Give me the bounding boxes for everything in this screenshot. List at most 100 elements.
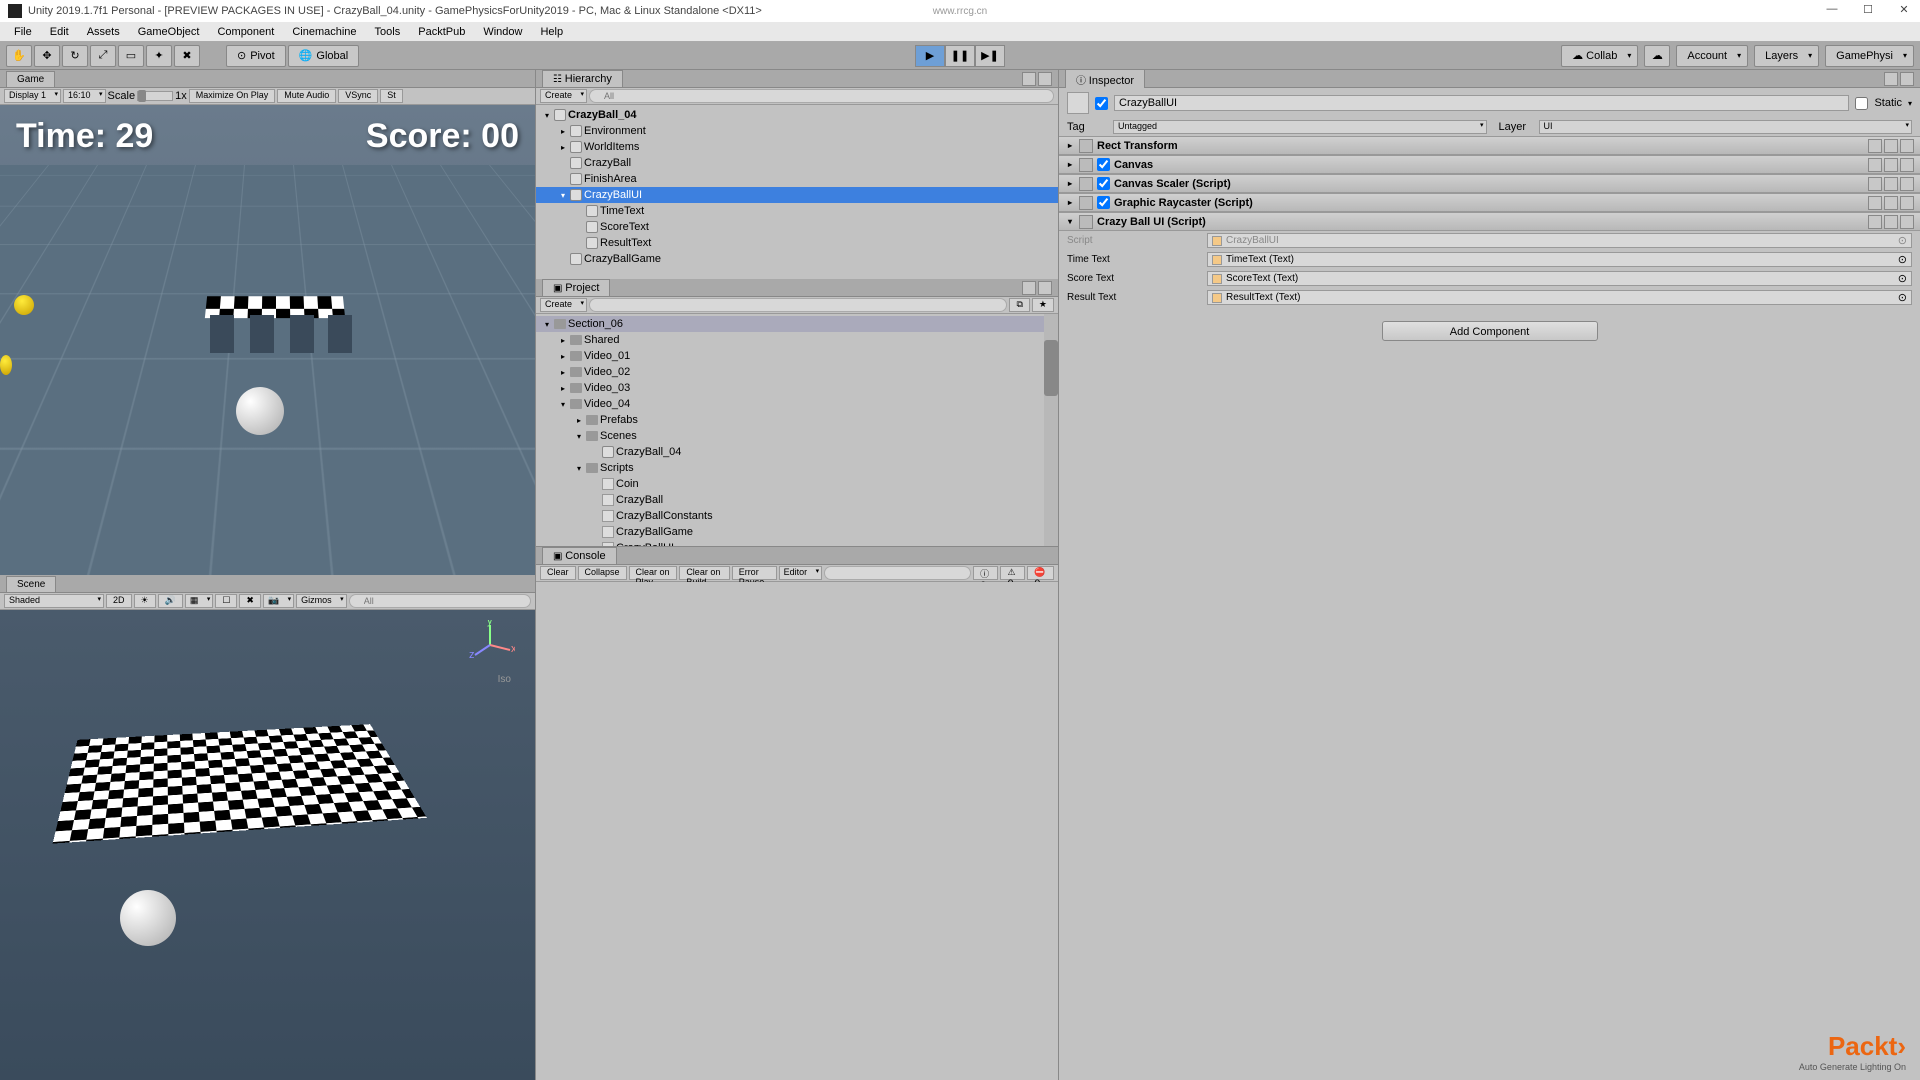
scene-tab[interactable]: Scene (6, 576, 56, 592)
project-filter-2[interactable]: ★ (1032, 298, 1054, 312)
inspector-tab[interactable]: ⓘ Inspector (1065, 69, 1145, 89)
console-info-count[interactable]: ⓘ 0 (973, 566, 998, 580)
project-lock-icon[interactable] (1022, 281, 1036, 295)
project-item[interactable]: ▸Shared (536, 332, 1058, 348)
add-component-button[interactable]: Add Component (1382, 321, 1598, 341)
gameobject-icon[interactable] (1067, 92, 1089, 114)
component-enable-checkbox[interactable] (1097, 158, 1110, 171)
menu-file[interactable]: File (6, 24, 40, 40)
snap-toggle[interactable]: ✖ (239, 594, 261, 608)
hierarchy-item[interactable]: ScoreText (536, 219, 1058, 235)
preset-icon[interactable] (1884, 196, 1898, 210)
project-item[interactable]: CrazyBall (536, 492, 1058, 508)
preset-icon[interactable] (1884, 215, 1898, 229)
preset-icon[interactable] (1884, 139, 1898, 153)
project-menu-icon[interactable] (1038, 281, 1052, 295)
game-viewport[interactable]: Time: 29 Score: 00 (0, 105, 535, 575)
menu-tools[interactable]: Tools (367, 24, 409, 40)
property-field[interactable]: ResultText (Text)⊙ (1207, 290, 1912, 305)
account-dropdown[interactable]: Account (1676, 45, 1748, 67)
rotate-tool[interactable]: ↻ (62, 45, 88, 67)
property-field[interactable]: ScoreText (Text)⊙ (1207, 271, 1912, 286)
display-dropdown[interactable]: Display 1 (4, 89, 61, 103)
component-header[interactable]: ▾Crazy Ball UI (Script) (1059, 213, 1920, 231)
preset-icon[interactable] (1884, 177, 1898, 191)
gear-icon[interactable] (1900, 139, 1914, 153)
hierarchy-item[interactable]: FinishArea (536, 171, 1058, 187)
help-icon[interactable] (1868, 139, 1882, 153)
project-scrollbar[interactable] (1044, 314, 1058, 546)
console-error-count[interactable]: ⛔ 0 (1027, 566, 1054, 580)
hierarchy-search[interactable] (589, 89, 1054, 103)
layout-dropdown[interactable]: GamePhysi (1825, 45, 1914, 67)
step-button[interactable]: ▶❚ (975, 45, 1005, 67)
property-field[interactable]: TimeText (Text)⊙ (1207, 252, 1912, 267)
pivot-toggle[interactable]: ⊙Pivot (226, 45, 286, 67)
console-clear-play[interactable]: Clear on Play (629, 566, 678, 580)
scale-tool[interactable]: ⤢ (90, 45, 116, 67)
expand-arrow-icon[interactable]: ▸ (558, 384, 568, 393)
project-create[interactable]: Create (540, 298, 587, 312)
project-item[interactable]: CrazyBallGame (536, 524, 1058, 540)
hierarchy-item[interactable]: ▾CrazyBallUI (536, 187, 1058, 203)
hierarchy-item[interactable]: ▾CrazyBall_04 (536, 107, 1058, 123)
component-header[interactable]: ▸ Canvas Scaler (Script) (1059, 175, 1920, 193)
layer-dropdown[interactable]: UI (1539, 120, 1913, 134)
expand-arrow-icon[interactable]: ▾ (542, 111, 552, 120)
hierarchy-item[interactable]: ResultText (536, 235, 1058, 251)
minimize-button[interactable]: — (1824, 3, 1840, 19)
console-warn-count[interactable]: ⚠ 0 (1000, 566, 1025, 580)
hierarchy-lock-icon[interactable] (1022, 72, 1036, 86)
project-item[interactable]: ▸Video_01 (536, 348, 1058, 364)
project-item[interactable]: ▸Prefabs (536, 412, 1058, 428)
orientation-gizmo[interactable]: yxz (465, 620, 515, 670)
expand-arrow-icon[interactable]: ▾ (574, 432, 584, 441)
stats-toggle[interactable]: St (380, 89, 403, 103)
menu-gameobject[interactable]: GameObject (130, 24, 208, 40)
expand-arrow-icon[interactable]: ▸ (1065, 160, 1075, 169)
menu-packtpub[interactable]: PacktPub (410, 24, 473, 40)
project-item[interactable]: ▾Video_04 (536, 396, 1058, 412)
component-header[interactable]: ▸ Graphic Raycaster (Script) (1059, 194, 1920, 212)
aspect-dropdown[interactable]: 16:10 (63, 89, 106, 103)
project-item[interactable]: CrazyBallUI (536, 540, 1058, 546)
maximize-button[interactable]: ☐ (1860, 3, 1876, 19)
project-item[interactable]: CrazyBallConstants (536, 508, 1058, 524)
expand-arrow-icon[interactable]: ▸ (558, 336, 568, 345)
vsync-toggle[interactable]: VSync (338, 89, 378, 103)
menu-assets[interactable]: Assets (79, 24, 128, 40)
expand-arrow-icon[interactable]: ▸ (574, 416, 584, 425)
expand-arrow-icon[interactable]: ▸ (1065, 179, 1075, 188)
gear-icon[interactable] (1900, 196, 1914, 210)
help-icon[interactable] (1868, 196, 1882, 210)
scene-search[interactable] (349, 594, 531, 608)
fx-dropdown[interactable]: ▦ (185, 594, 214, 608)
gizmos-dropdown[interactable]: Gizmos (296, 594, 347, 608)
project-item[interactable]: ▸Video_02 (536, 364, 1058, 380)
project-item[interactable]: CrazyBall_04 (536, 444, 1058, 460)
hierarchy-item[interactable]: CrazyBallGame (536, 251, 1058, 267)
expand-arrow-icon[interactable]: ▾ (574, 464, 584, 473)
maximize-on-play[interactable]: Maximize On Play (189, 89, 276, 103)
project-item[interactable]: Coin (536, 476, 1058, 492)
scale-slider[interactable] (137, 91, 173, 101)
help-icon[interactable] (1868, 158, 1882, 172)
scene-viewport[interactable]: yxz Iso (0, 610, 535, 1080)
grid-toggle[interactable]: ☐ (215, 594, 237, 608)
gear-icon[interactable] (1900, 215, 1914, 229)
game-tab[interactable]: Game (6, 71, 55, 87)
menu-cinemachine[interactable]: Cinemachine (284, 24, 364, 40)
expand-arrow-icon[interactable]: ▸ (558, 143, 568, 152)
collab-dropdown[interactable]: ☁ Collab (1561, 45, 1638, 67)
console-editor[interactable]: Editor (779, 566, 823, 580)
console-collapse[interactable]: Collapse (578, 566, 627, 580)
gameobject-name-field[interactable] (1114, 95, 1849, 111)
light-toggle[interactable]: ☀ (134, 594, 156, 608)
hierarchy-tab[interactable]: ☷ Hierarchy (542, 70, 623, 87)
active-checkbox[interactable] (1095, 97, 1108, 110)
project-filter-1[interactable]: ⧉ (1009, 298, 1029, 312)
menu-component[interactable]: Component (209, 24, 282, 40)
project-item[interactable]: ▾Scripts (536, 460, 1058, 476)
component-header[interactable]: ▸ Canvas (1059, 156, 1920, 174)
gear-icon[interactable] (1900, 158, 1914, 172)
